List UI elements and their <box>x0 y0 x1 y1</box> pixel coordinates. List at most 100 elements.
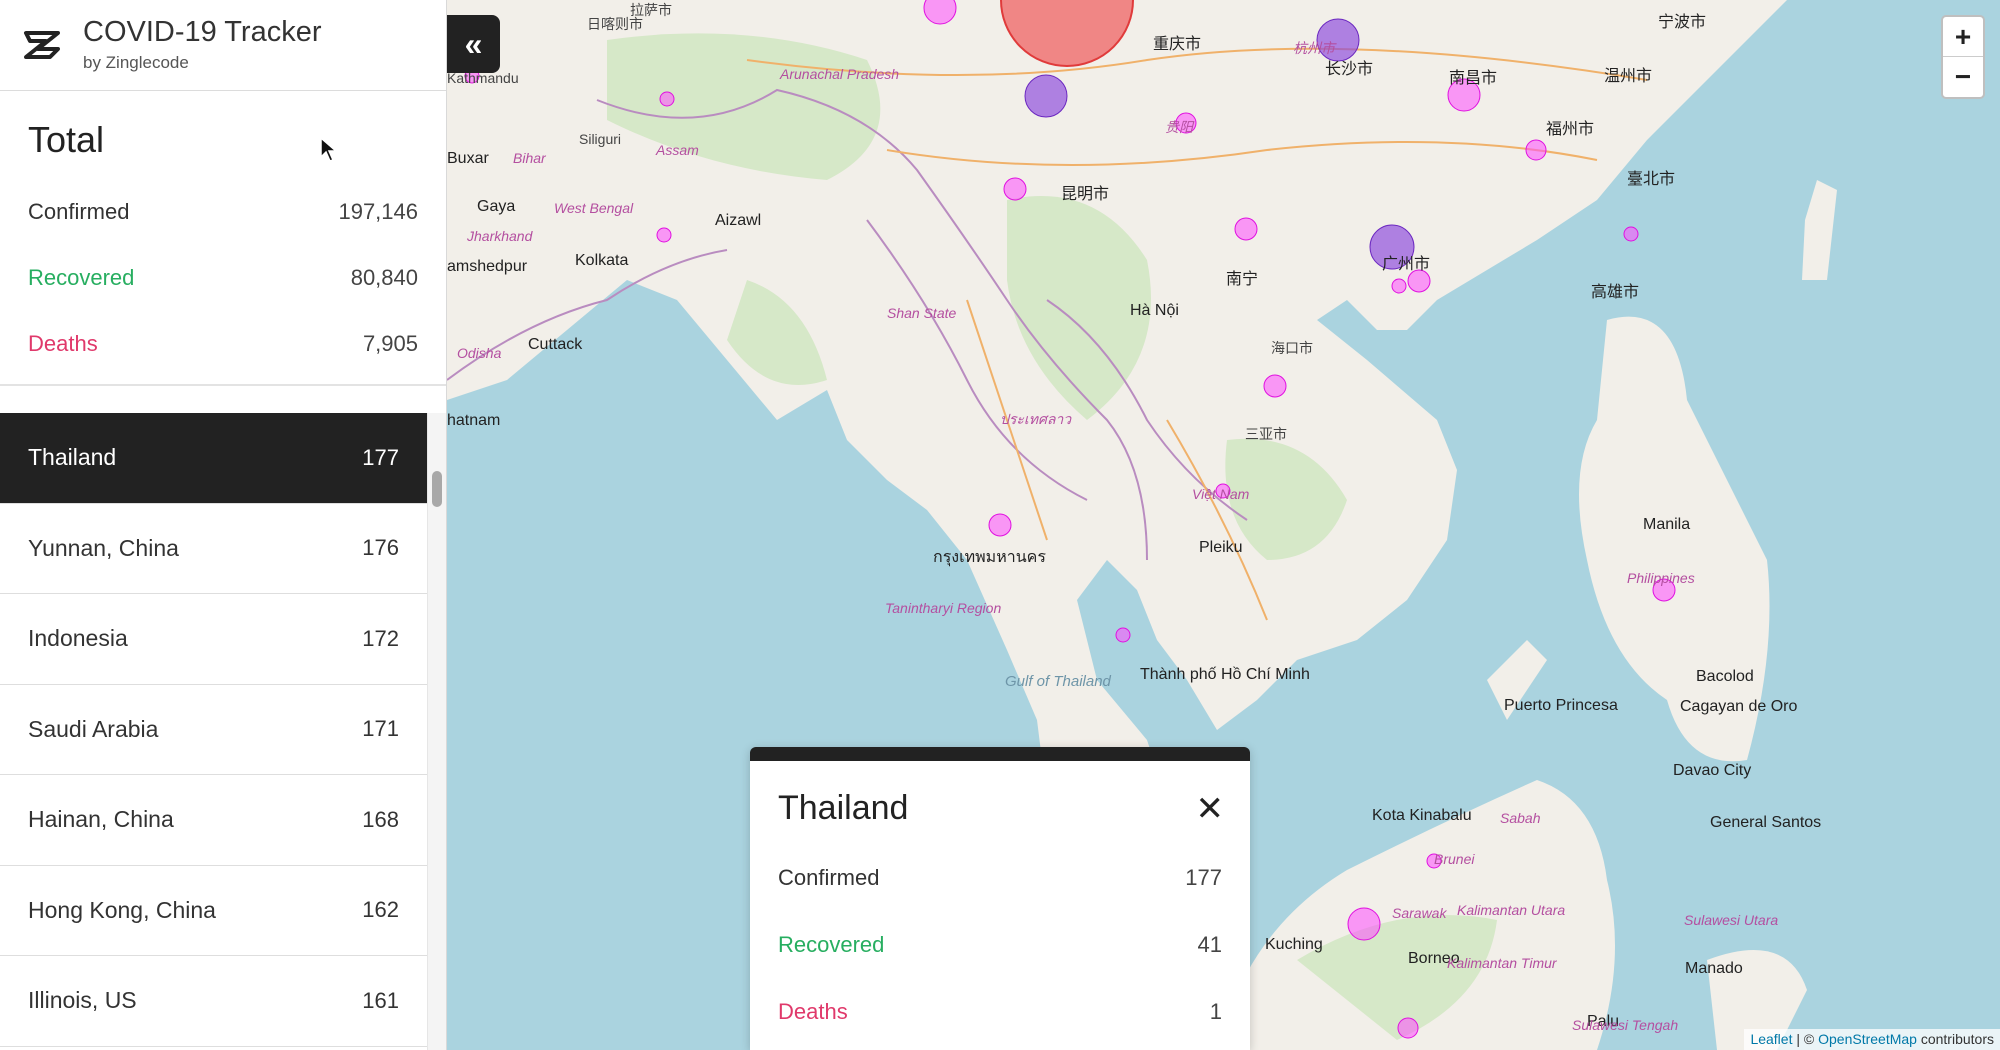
list-item[interactable]: Hainan, China 168 <box>0 775 427 866</box>
zoom-in-button[interactable]: + <box>1943 17 1983 57</box>
country-list: Thailand 177 Yunnan, China 176 Indonesia… <box>0 413 427 1047</box>
zoom-out-button[interactable]: − <box>1943 57 1983 97</box>
map-label: Kalimantan Utara <box>1457 902 1566 918</box>
map-label: Jharkhand <box>467 228 533 244</box>
popup-confirmed-label: Confirmed <box>778 864 880 890</box>
list-item-name: Hong Kong, China <box>28 896 216 923</box>
mouse-cursor-icon <box>320 137 338 162</box>
marker[interactable] <box>1024 74 1068 118</box>
marker[interactable] <box>1347 907 1381 941</box>
map-label: Bihar <box>513 150 546 166</box>
totals-heading: Total <box>28 119 105 160</box>
marker[interactable] <box>1263 374 1287 398</box>
list-item-count: 162 <box>362 897 399 923</box>
app-title: COVID-19 Tracker <box>83 15 322 48</box>
map-label: Sabah <box>1500 810 1541 826</box>
map-label: Thành phố Hồ Chí Minh <box>1140 666 1310 683</box>
map-label: Pleiku <box>1199 539 1243 556</box>
list-item-name: Yunnan, China <box>28 534 179 561</box>
marker[interactable] <box>923 0 957 25</box>
map-label: Cuttack <box>528 336 583 353</box>
app-subtitle: by Zinglecode <box>83 53 189 73</box>
popup-deaths-row: Deaths 1 <box>778 978 1222 1045</box>
map-label: Manado <box>1685 960 1743 977</box>
list-item[interactable]: Yunnan, China 176 <box>0 504 427 594</box>
map-label: Tanintharyi Region <box>885 600 1002 616</box>
list-scrollbar-thumb[interactable] <box>432 471 442 507</box>
list-item-name: Saudi Arabia <box>28 715 159 742</box>
map-label: Kalimantan Timur <box>1447 955 1557 971</box>
map-label: 昆明市 <box>1061 186 1110 203</box>
map-label: Davao City <box>1673 762 1752 779</box>
marker[interactable] <box>1623 226 1639 242</box>
double-chevron-left-icon: « <box>464 25 483 62</box>
marker[interactable] <box>656 227 672 243</box>
list-scrollbar[interactable] <box>427 413 446 1050</box>
map-label: Sulawesi Tengah <box>1572 1017 1679 1033</box>
collapse-sidebar-button[interactable]: « <box>447 15 500 73</box>
hubei-marker[interactable] <box>1000 0 1134 67</box>
osm-link[interactable]: OpenStreetMap <box>1818 1031 1917 1047</box>
map-label: 福州市 <box>1546 121 1595 138</box>
marker[interactable] <box>659 91 675 107</box>
map-label: West Bengal <box>554 200 634 216</box>
map-label: 温州市 <box>1604 68 1653 85</box>
list-item-name: Hainan, China <box>28 806 174 833</box>
brand-header[interactable]: COVID-19 Tracker by Zinglecode <box>0 0 446 91</box>
map-label: 长沙市 <box>1325 61 1374 78</box>
popup-deaths-label: Deaths <box>778 998 848 1024</box>
totals-confirmed-row: Confirmed 197,146 <box>28 179 418 245</box>
popup-title: Thailand <box>778 789 909 827</box>
map-label: กรุงเทพมหานคร <box>933 549 1046 566</box>
marker[interactable] <box>1525 139 1547 161</box>
thailand-marker[interactable] <box>988 513 1012 537</box>
zoom-control: + − <box>1941 15 1985 99</box>
map-label: Kolkata <box>575 252 629 269</box>
leaflet-link[interactable]: Leaflet <box>1750 1031 1792 1047</box>
map-label: 南宁 <box>1226 271 1259 288</box>
map-label: General Santos <box>1710 814 1822 831</box>
map-label: Siliguri <box>579 131 622 147</box>
list-item[interactable]: Saudi Arabia 171 <box>0 685 427 775</box>
marker[interactable] <box>1397 1017 1419 1039</box>
popup-stats: Confirmed 177 Recovered 41 Deaths 1 <box>778 844 1222 1045</box>
popup-recovered-label: Recovered <box>778 931 885 957</box>
list-item-name: Thailand <box>28 444 117 471</box>
map-label: 南昌市 <box>1449 70 1498 87</box>
marker[interactable] <box>1234 217 1258 241</box>
map-label: hatnam <box>447 412 501 429</box>
marker[interactable] <box>1391 278 1407 294</box>
totals-panel: Total Confirmed 197,146 Recovered 80,840… <box>0 91 446 386</box>
list-item[interactable]: Indonesia 172 <box>0 594 427 685</box>
sidebar: COVID-19 Tracker by Zinglecode Total Con… <box>0 0 447 1050</box>
list-item[interactable]: Thailand 177 <box>0 413 427 504</box>
map-label: Sarawak <box>1392 905 1447 921</box>
map-label: 杭州市 <box>1293 40 1335 56</box>
deaths-label: Deaths <box>28 331 98 356</box>
list-item-count: 171 <box>362 716 399 742</box>
map-label: Cagayan de Oro <box>1680 698 1798 715</box>
map-label: 宁波市 <box>1658 14 1707 31</box>
totals-recovered-row: Recovered 80,840 <box>28 245 418 311</box>
country-detail-popup: Thailand ✕ Confirmed 177 Recovered 41 De… <box>750 747 1250 1050</box>
map-label: Arunachal Pradesh <box>780 66 900 82</box>
close-icon[interactable]: ✕ <box>1196 789 1225 829</box>
map-label: Bacolod <box>1696 668 1754 685</box>
marker[interactable] <box>1115 627 1131 643</box>
map-label: Puerto Princesa <box>1504 697 1618 714</box>
map-label: Kota Kinabalu <box>1372 807 1472 824</box>
list-item[interactable]: Illinois, US 161 <box>0 956 427 1047</box>
list-item-name: Indonesia <box>28 625 128 652</box>
map-label: Việt Nam <box>1192 486 1250 502</box>
popup-recovered-row: Recovered 41 <box>778 911 1222 978</box>
list-item[interactable]: Hong Kong, China 162 <box>0 866 427 956</box>
map-label: 臺北市 <box>1627 171 1676 188</box>
map-label: 贵阳 <box>1165 119 1193 135</box>
map-label: Manila <box>1643 516 1691 533</box>
map-label: Buxar <box>447 150 489 167</box>
map-label: Kuching <box>1265 936 1323 953</box>
popup-confirmed-row: Confirmed 177 <box>778 844 1222 911</box>
confirmed-value: 197,146 <box>338 199 418 224</box>
marker[interactable] <box>1003 177 1027 201</box>
list-item-count: 177 <box>362 444 399 470</box>
